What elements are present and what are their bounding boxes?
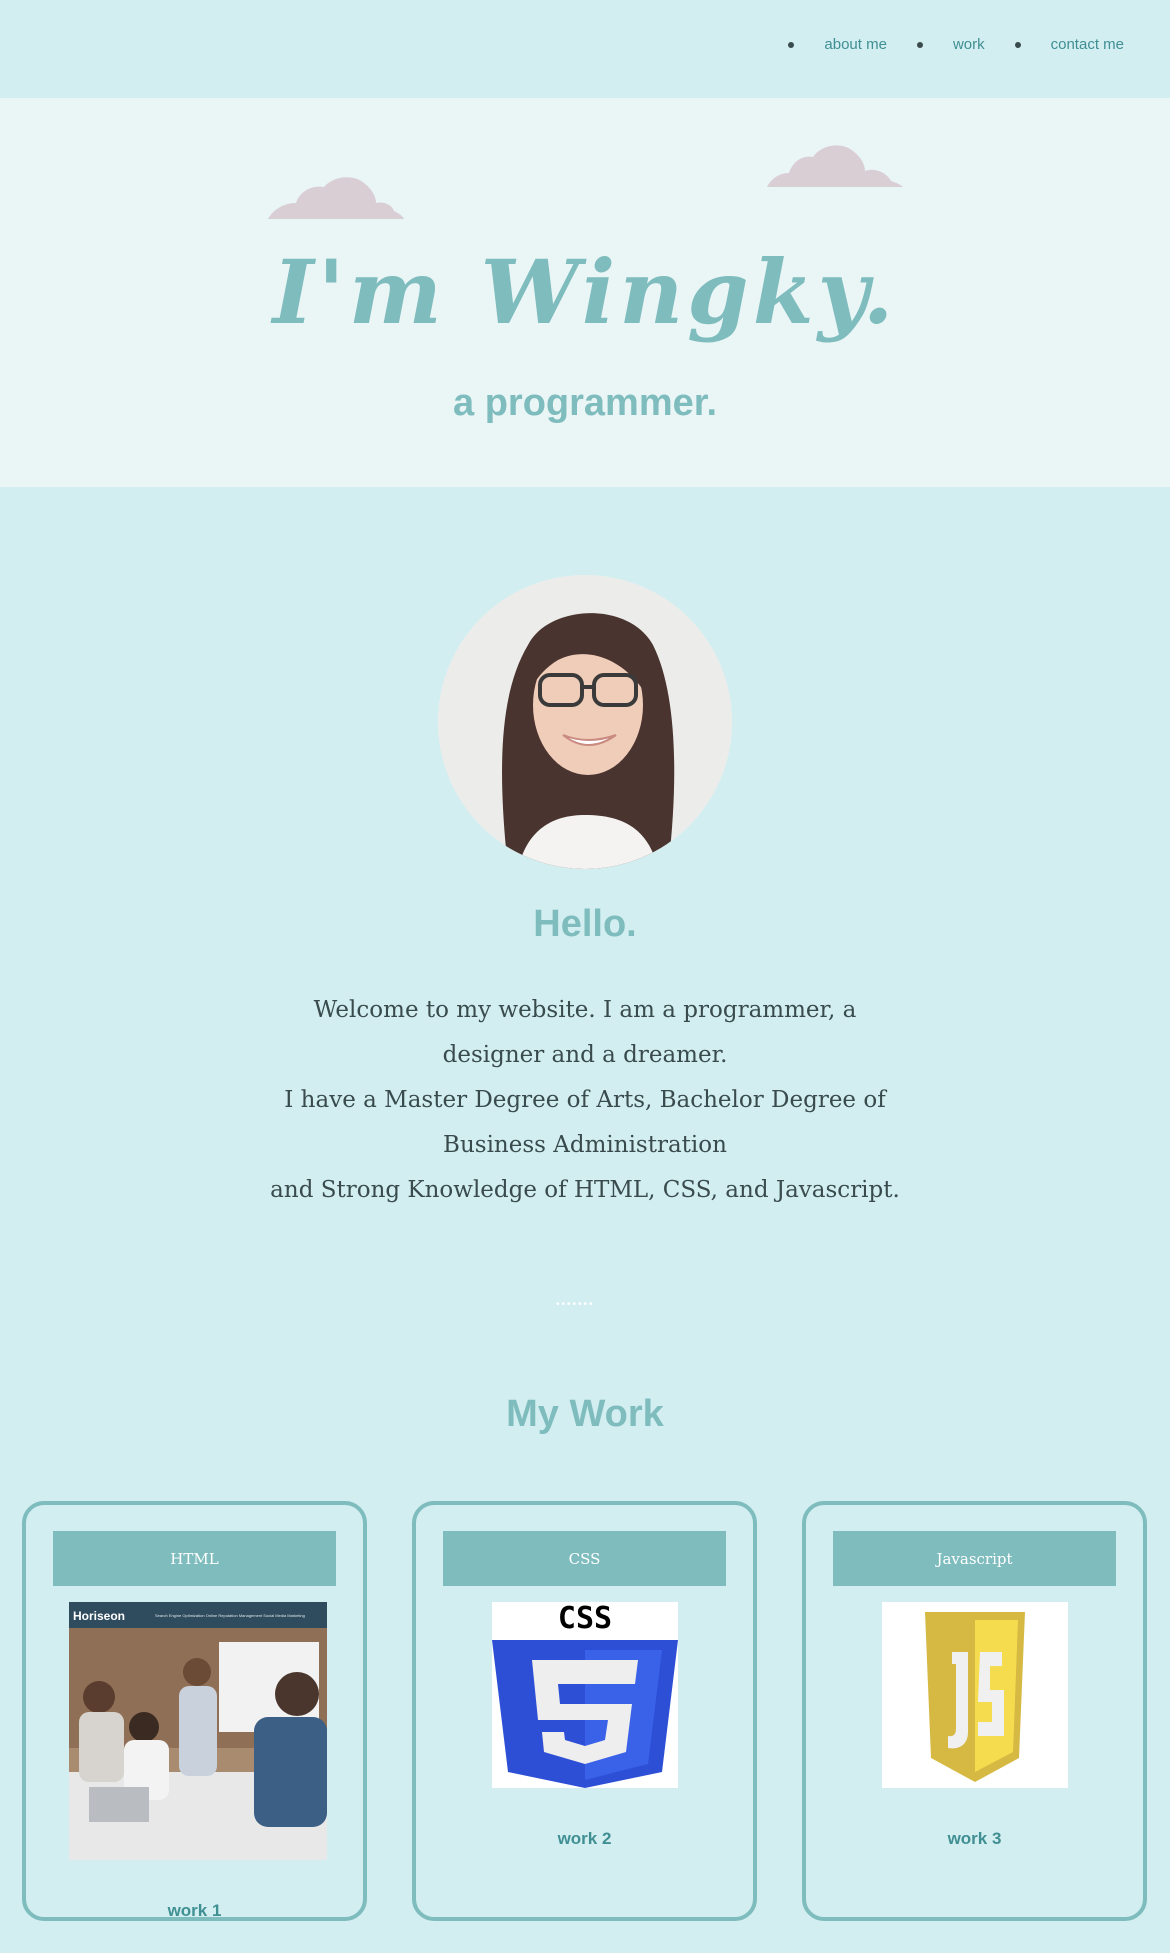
work-card-javascript[interactable]: Javascript work 3 bbox=[802, 1501, 1147, 1921]
about-heading: Hello. bbox=[533, 903, 637, 945]
bullet-icon bbox=[1014, 41, 1021, 48]
about-line: Welcome to my website. I am a programmer… bbox=[313, 997, 857, 1068]
hero-section: I'm Wingky. a programmer. bbox=[0, 98, 1170, 487]
cloud-icon-right bbox=[767, 145, 903, 187]
thumb-brand: Horiseon bbox=[73, 1609, 125, 1623]
section-divider: ••••••• bbox=[556, 1299, 595, 1310]
work-card-css[interactable]: CSS CSS work 2 bbox=[412, 1501, 757, 1921]
work-card-html[interactable]: HTML Horiseon Search Engine Optimization… bbox=[22, 1501, 367, 1921]
cloud-icon-left bbox=[268, 177, 404, 219]
work-1-label[interactable]: work 1 bbox=[26, 1901, 363, 1921]
work-1-thumbnail[interactable]: Horiseon Search Engine Optimization Onli… bbox=[69, 1602, 327, 1860]
about-line: I have a Master Degree of Arts, Bachelor… bbox=[284, 1087, 886, 1158]
work-3-label[interactable]: work 3 bbox=[806, 1829, 1143, 1849]
top-navigation: about me work contact me bbox=[0, 0, 1170, 98]
bullet-icon bbox=[788, 41, 795, 48]
nav-link-work[interactable]: work bbox=[953, 36, 985, 53]
hero-subtitle: a programmer. bbox=[453, 382, 717, 424]
card-header-html: HTML bbox=[53, 1531, 336, 1586]
nav-item-work: work bbox=[916, 36, 985, 53]
work-heading: My Work bbox=[506, 1393, 664, 1435]
bullet-icon bbox=[916, 41, 923, 48]
nav-list: about me work contact me bbox=[758, 36, 1124, 53]
thumb-nav-text: Search Engine Optimization Online Reputa… bbox=[155, 1613, 305, 1618]
work-2-label[interactable]: work 2 bbox=[416, 1829, 753, 1849]
card-header-javascript: Javascript bbox=[833, 1531, 1116, 1586]
hero-title: I'm Wingky. bbox=[272, 240, 898, 344]
nav-item-contact: contact me bbox=[1014, 36, 1124, 53]
profile-photo bbox=[438, 575, 732, 869]
css3-logo-text: CSS bbox=[558, 1602, 612, 1636]
nav-link-about-me[interactable]: about me bbox=[824, 36, 887, 53]
javascript-logo-icon[interactable] bbox=[882, 1602, 1068, 1788]
nav-link-contact-me[interactable]: contact me bbox=[1051, 36, 1124, 53]
about-line: and Strong Knowledge of HTML, CSS, and J… bbox=[270, 1177, 900, 1203]
card-header-css: CSS bbox=[443, 1531, 726, 1586]
nav-item-about: about me bbox=[788, 36, 887, 53]
css3-logo-icon[interactable]: CSS bbox=[492, 1602, 678, 1788]
about-paragraph: Welcome to my website. I am a programmer… bbox=[270, 988, 900, 1213]
portrait-image bbox=[438, 575, 732, 869]
